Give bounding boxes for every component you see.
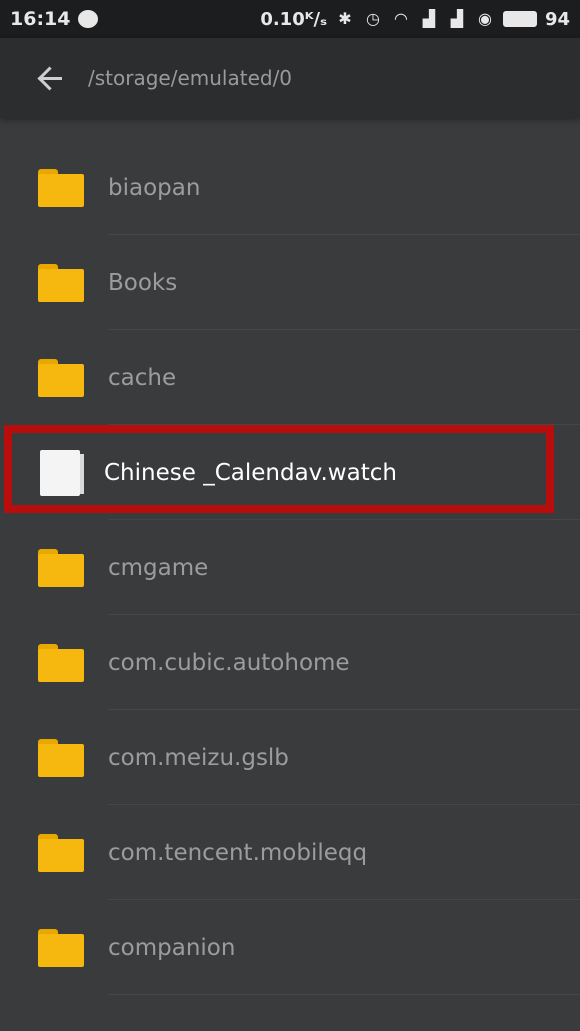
list-item-companion[interactable]: companion <box>0 900 580 995</box>
list-item-com-meizu-gslb[interactable]: com.meizu.gslb <box>0 710 580 805</box>
folder-icon <box>38 358 84 397</box>
folder-icon <box>38 548 84 587</box>
folder-icon <box>38 928 84 967</box>
file-name: cmgame <box>108 554 209 581</box>
list-item-cmgame[interactable]: cmgame <box>0 520 580 615</box>
list-item-cache[interactable]: cache <box>0 330 580 425</box>
file-name: com.meizu.gslb <box>108 744 289 771</box>
wifi-icon: ◠ <box>394 9 408 28</box>
bluetooth-icon: ✱ <box>338 9 352 28</box>
file-name: com.cubic.autohome <box>108 649 350 676</box>
folder-icon <box>38 263 84 302</box>
list-item-com-tencent-mobileqq[interactable]: com.tencent.mobileqq <box>0 805 580 900</box>
status-time: 16:14 <box>10 8 71 30</box>
file-list: biaopan Books cache Chinese _Calendav.wa… <box>0 140 580 995</box>
file-name: cache <box>108 364 177 391</box>
app-bar: /storage/emulated/0 <box>0 38 580 118</box>
data-saver-icon: ◉ <box>477 9 492 28</box>
alarm-icon: ◷ <box>365 9 380 28</box>
signal-icon: ▟ <box>422 9 436 28</box>
network-speed: 0.10ᴷ/ₛ <box>260 8 327 30</box>
list-item-com-cubic-autohome[interactable]: com.cubic.autohome <box>0 615 580 710</box>
folder-icon <box>38 833 84 872</box>
list-item-biaopan[interactable]: biaopan <box>0 140 580 235</box>
highlight-annotation <box>4 425 554 513</box>
folder-icon <box>38 168 84 207</box>
file-name: com.tencent.mobileqq <box>108 839 368 866</box>
folder-icon <box>38 738 84 777</box>
back-arrow-icon[interactable] <box>32 58 72 98</box>
battery-level: 94 <box>544 8 570 30</box>
file-name: biaopan <box>108 174 201 201</box>
folder-icon <box>38 643 84 682</box>
file-name: Books <box>108 269 178 296</box>
status-right: 0.10ᴷ/ₛ ✱ ◷ ◠ ▟ ▟ ◉ 94 <box>260 9 570 30</box>
current-path: /storage/emulated/0 <box>88 66 293 90</box>
signal-icon: ▟ <box>450 9 464 28</box>
battery-icon <box>502 11 537 27</box>
list-item-books[interactable]: Books <box>0 235 580 330</box>
chat-icon <box>78 10 99 28</box>
status-bar: 16:14 0.10ᴷ/ₛ ✱ ◷ ◠ ▟ ▟ ◉ 94 <box>0 0 580 38</box>
file-name: companion <box>108 934 236 961</box>
